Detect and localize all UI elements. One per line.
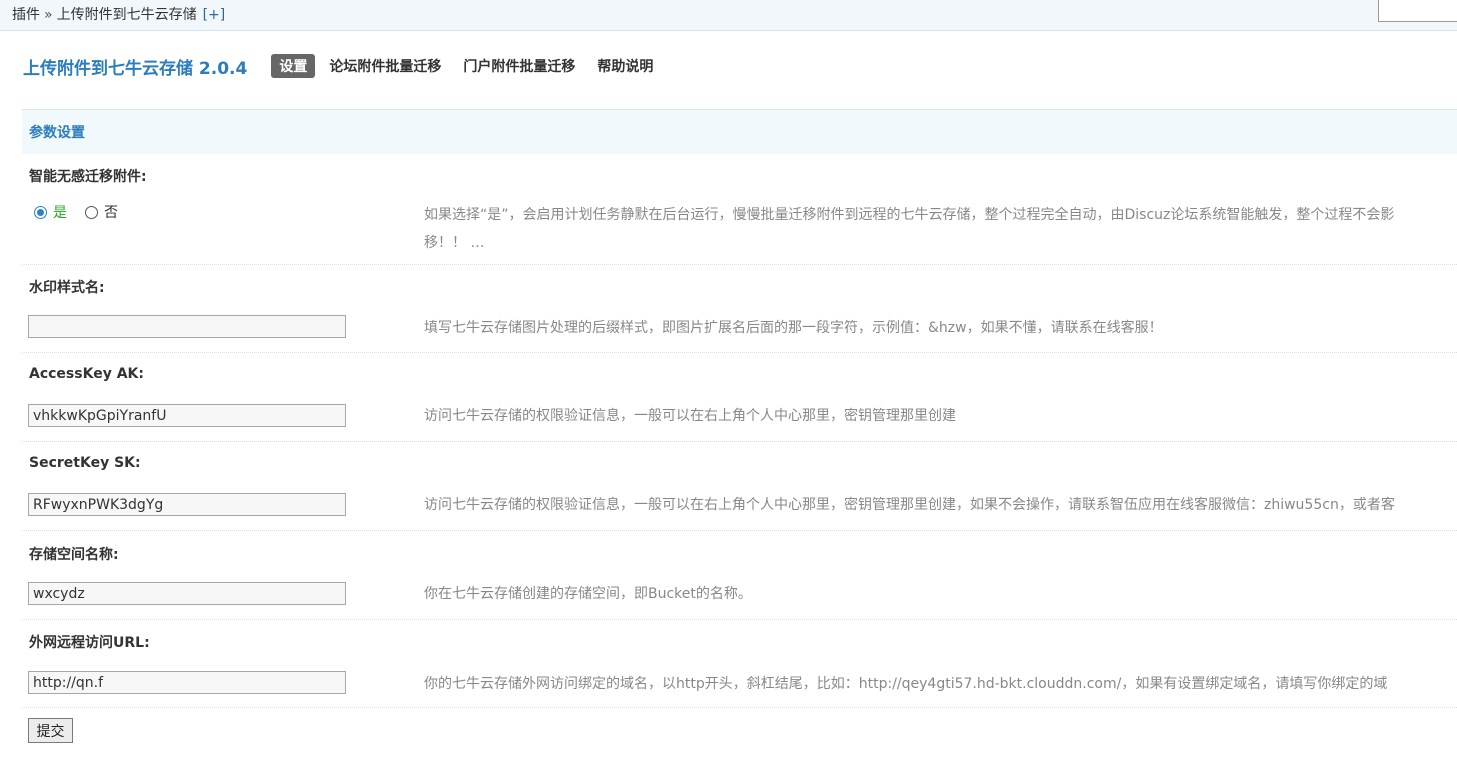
row-divider — [22, 264, 1457, 265]
remote-url-label: 外网远程访问URL: — [29, 635, 150, 651]
smart-migrate-label: 智能无感迁移附件: — [29, 169, 147, 185]
section-title: 参数设置 — [29, 125, 85, 141]
radio-no[interactable] — [85, 205, 98, 219]
watermark-input[interactable] — [28, 315, 346, 338]
breadcrumb-separator: » — [44, 7, 53, 23]
secret-key-description: 访问七牛云存储的权限验证信息，一般可以在右上角个人中心那里，密钥管理那里创建，如… — [424, 497, 1395, 513]
tab-forum-migrate[interactable]: 论坛附件批量迁移 — [321, 54, 449, 78]
secret-key-input[interactable] — [28, 493, 346, 516]
smart-migrate-radio-group: 是 否 — [34, 202, 118, 222]
row-divider — [22, 441, 1457, 442]
row-divider — [22, 619, 1457, 620]
breadcrumb-expand-button[interactable]: [+] — [203, 7, 226, 23]
tab-help[interactable]: 帮助说明 — [589, 54, 661, 78]
topbar-search-box[interactable] — [1378, 0, 1457, 22]
bucket-input[interactable] — [28, 582, 346, 605]
bucket-description: 你在七牛云存储创建的存储空间，即Bucket的名称。 — [424, 586, 752, 602]
radio-yes[interactable] — [34, 205, 47, 219]
watermark-description: 填写七牛云存储图片处理的后缀样式，即图片扩展名后面的那一段字符，示例值：&hzw… — [424, 320, 1163, 336]
secret-key-label: SecretKey SK: — [29, 455, 141, 471]
access-key-description: 访问七牛云存储的权限验证信息，一般可以在右上角个人中心那里，密钥管理那里创建 — [424, 408, 956, 424]
section-header: 参数设置 — [22, 109, 1457, 154]
remote-url-description: 你的七牛云存储外网访问绑定的域名，以http开头，斜杠结尾，比如：http://… — [424, 676, 1388, 692]
top-bar: 插件» 上传附件到七牛云存储 [+] — [0, 0, 1457, 31]
tab-settings[interactable]: 设置 — [271, 54, 316, 78]
smart-migrate-description-more: 移！！ … — [424, 235, 485, 251]
bucket-label: 存储空间名称: — [29, 547, 119, 563]
row-divider — [22, 352, 1457, 353]
access-key-label: AccessKey AK: — [29, 366, 144, 382]
plugin-title: 上传附件到七牛云存储 2.0.4 — [23, 58, 248, 79]
remote-url-input[interactable] — [28, 671, 346, 694]
breadcrumb-current: 上传附件到七牛云存储 — [56, 7, 197, 23]
radio-no-label[interactable]: 否 — [104, 202, 118, 222]
breadcrumb: 插件» 上传附件到七牛云存储 [+] — [12, 4, 225, 24]
breadcrumb-root[interactable]: 插件 — [12, 7, 40, 23]
tab-portal-migrate[interactable]: 门户附件批量迁移 — [455, 54, 583, 78]
row-divider — [22, 707, 1457, 708]
smart-migrate-description: 如果选择“是”，会启用计划任务静默在后台运行，慢慢批量迁移附件到远程的七牛云存储… — [424, 207, 1395, 223]
submit-button[interactable]: 提交 — [28, 718, 73, 743]
access-key-input[interactable] — [28, 404, 346, 427]
radio-yes-label[interactable]: 是 — [53, 202, 67, 222]
plugin-header: 上传附件到七牛云存储 2.0.4 设置 论坛附件批量迁移 门户附件批量迁移 帮助… — [23, 52, 667, 80]
watermark-label: 水印样式名: — [29, 280, 105, 296]
row-divider — [22, 530, 1457, 531]
